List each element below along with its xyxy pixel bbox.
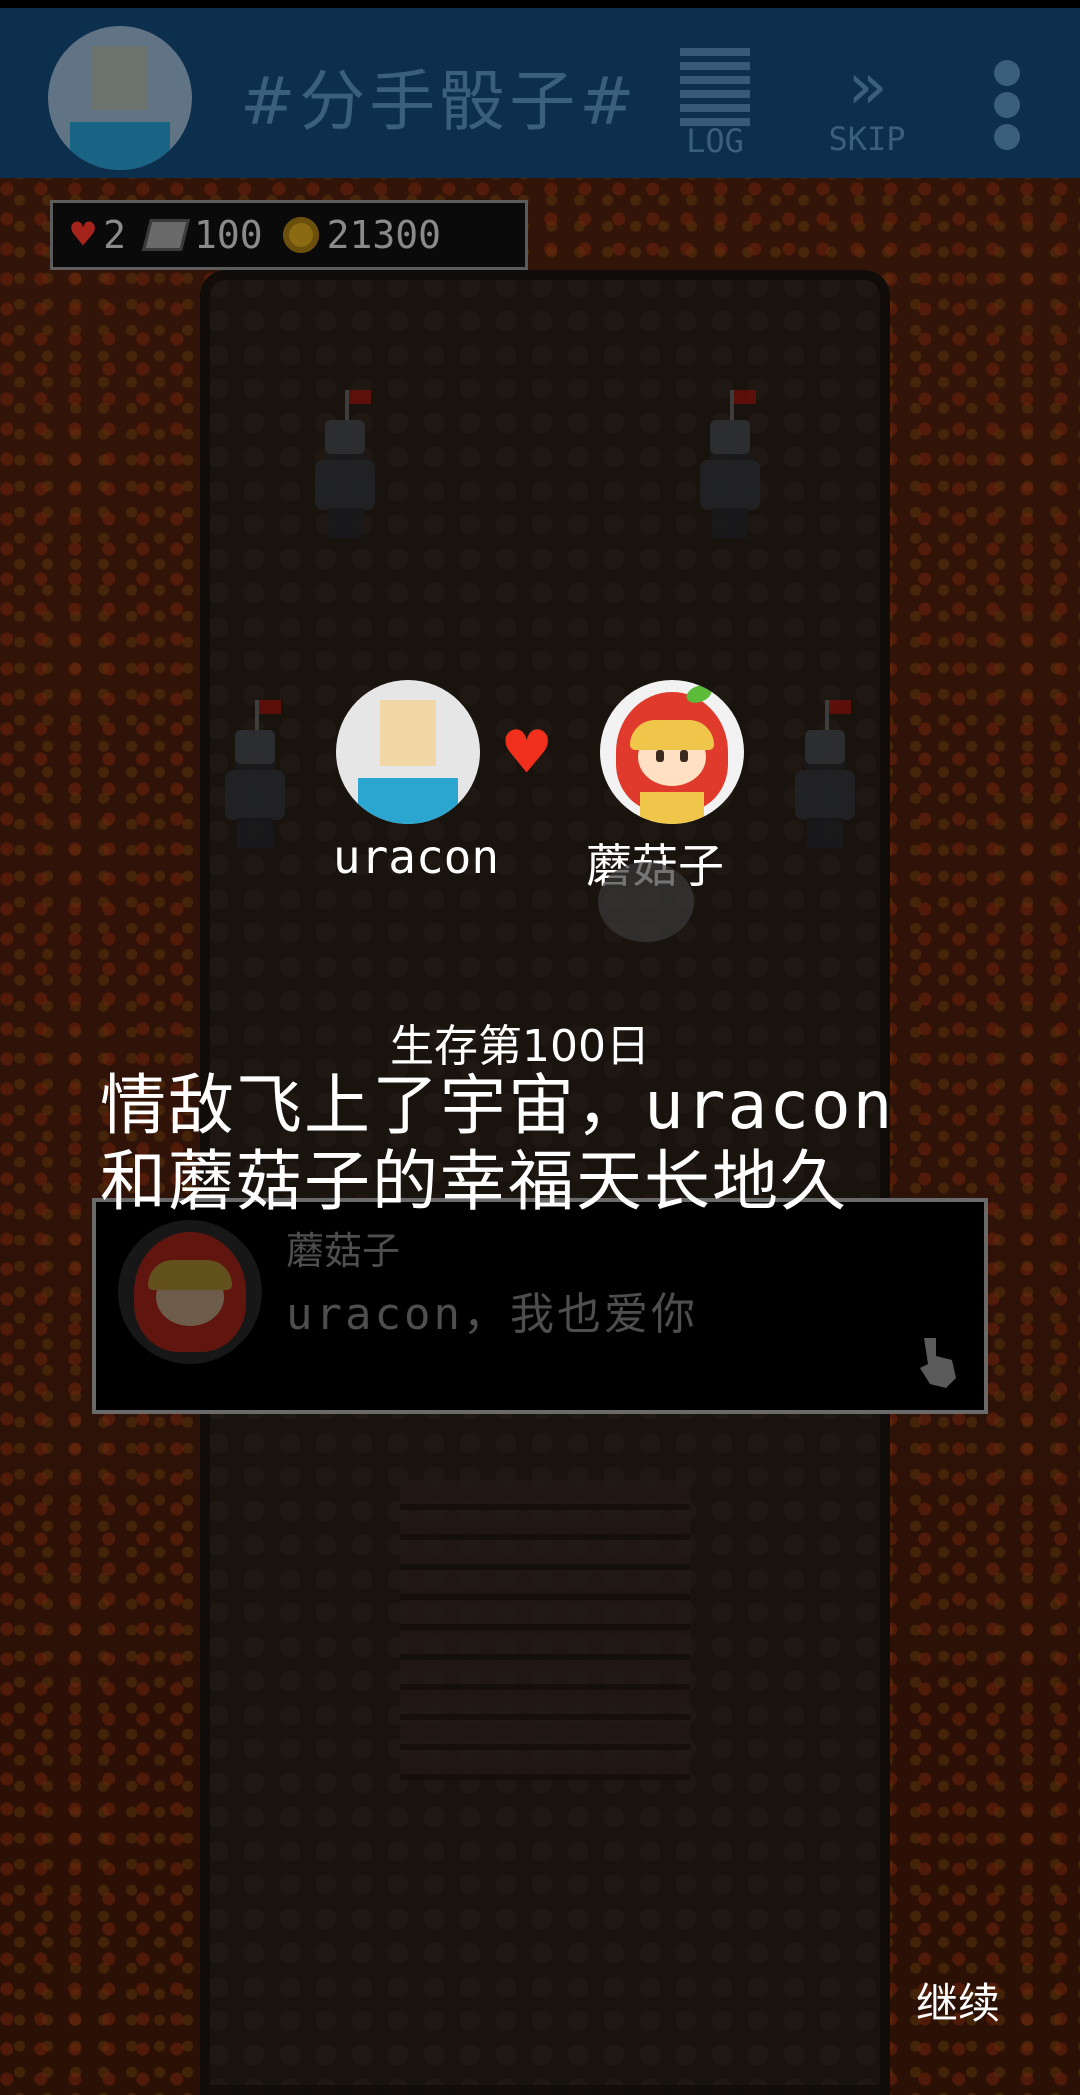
books-stat: 100: [141, 213, 263, 257]
partner-avatar: [600, 680, 744, 824]
lives-count: 2: [103, 213, 126, 257]
coin-icon: [282, 217, 319, 253]
book-icon: [141, 219, 190, 251]
speaker-avatar: [118, 1220, 262, 1364]
more-dot: [994, 92, 1020, 118]
books-count: 100: [193, 213, 263, 257]
more-dot: [994, 124, 1020, 150]
player-avatar[interactable]: [48, 26, 192, 170]
top-bar: #分手骰子# LOG » SKIP: [0, 0, 1080, 178]
pointing-hand-icon: [920, 1338, 956, 1388]
speaker-name: 蘑菇子: [286, 1229, 401, 1273]
fast-forward-icon: »: [847, 50, 887, 124]
dialog-line: uracon，我也爱你: [286, 1289, 698, 1340]
player-name: uracon: [332, 830, 500, 884]
survival-day-label: 生存第100日: [390, 1021, 650, 1072]
dialog-box[interactable]: 蘑菇子 uracon，我也爱你: [92, 1198, 988, 1414]
log-list-icon: [680, 48, 750, 128]
coins-stat: 21300: [282, 213, 442, 257]
continue-button[interactable]: 继续: [916, 1970, 1000, 2031]
game-title: #分手骰子#: [240, 63, 639, 140]
skip-button[interactable]: » SKIP: [812, 48, 922, 158]
log-button[interactable]: LOG: [680, 48, 750, 160]
lives-stat: ♥ 2: [71, 212, 126, 258]
more-vertical-icon: [994, 60, 1020, 86]
story-message: 情敌飞上了宇宙，uracon和蘑菇子的幸福天长地久: [100, 1067, 895, 1220]
coins-count: 21300: [326, 213, 442, 257]
stats-bar: ♥ 2 100 21300: [50, 200, 528, 270]
speech-bubble-icon: [598, 862, 694, 942]
more-button[interactable]: [990, 60, 1024, 156]
heart-icon: ♥: [505, 710, 549, 794]
heart-icon: ♥: [71, 212, 96, 258]
player-couple-avatar: [336, 680, 480, 824]
skip-label: SKIP: [828, 120, 906, 158]
